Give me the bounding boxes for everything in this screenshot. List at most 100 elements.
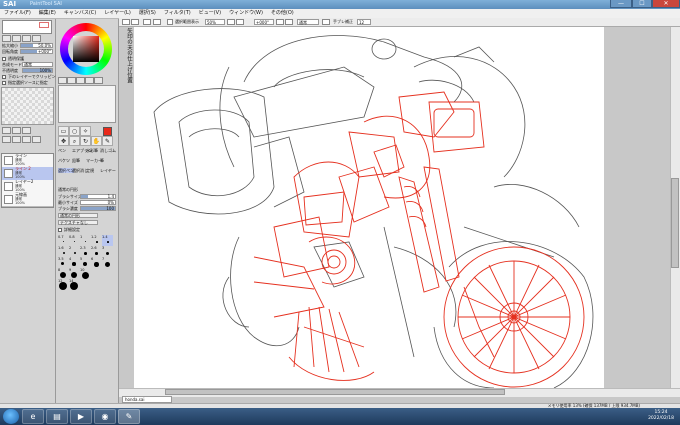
- tool-ruler[interactable]: 定規: [86, 168, 94, 173]
- hand-tool[interactable]: ✋: [91, 136, 102, 146]
- eyedropper-tool[interactable]: ✎: [102, 136, 113, 146]
- view-mode-select[interactable]: 通常: [297, 19, 319, 25]
- menu-layer[interactable]: レイヤー(L): [100, 9, 135, 18]
- density-slider[interactable]: 100: [80, 206, 116, 211]
- blend-select[interactable]: 通常: [22, 62, 53, 67]
- deselect-button[interactable]: [143, 19, 151, 25]
- zoom-field[interactable]: 50%: [205, 19, 225, 25]
- shape-select[interactable]: 通常の円形: [58, 213, 98, 218]
- size-cell[interactable]: 2: [69, 246, 80, 257]
- menu-view[interactable]: ビュー(V): [195, 9, 225, 18]
- horizontal-scroll-thumb[interactable]: [165, 389, 505, 395]
- ie-icon[interactable]: e: [22, 409, 44, 424]
- sai-app-icon[interactable]: ✎: [118, 409, 140, 424]
- detail-toggle[interactable]: [58, 228, 62, 232]
- zoom-out-button[interactable]: [227, 19, 235, 25]
- menu-edit[interactable]: 編集(E): [35, 9, 60, 18]
- lasso-tool[interactable]: ○: [69, 126, 80, 136]
- folder-icon[interactable]: ▤: [46, 409, 68, 424]
- new-folder-button[interactable]: [22, 127, 31, 134]
- flip-button[interactable]: [322, 19, 330, 25]
- vertical-scroll-thumb[interactable]: [671, 178, 679, 268]
- menu-select[interactable]: 選択(S): [135, 9, 160, 18]
- tool-layer[interactable]: レイヤー: [100, 168, 116, 173]
- rgb-slider-toggle[interactable]: [67, 77, 76, 84]
- nav-reset-button[interactable]: [22, 35, 31, 42]
- stabilizer-select[interactable]: 12: [357, 19, 371, 25]
- merge-down-button[interactable]: [12, 136, 21, 143]
- media-player-icon[interactable]: ▶: [70, 409, 92, 424]
- clear-layer-button[interactable]: [22, 136, 31, 143]
- size-cell[interactable]: 1: [80, 235, 91, 246]
- invert-selection-button[interactable]: [153, 19, 161, 25]
- size-cell[interactable]: 3: [102, 246, 113, 257]
- scratchpad-toggle[interactable]: [94, 77, 103, 84]
- tool-eraser[interactable]: 消しゴム: [100, 148, 116, 153]
- delete-layer-button[interactable]: [32, 136, 41, 143]
- menu-canvas[interactable]: キャンバス(C): [60, 9, 100, 18]
- select-rect-tool[interactable]: ▭: [58, 126, 69, 136]
- chrome-icon[interactable]: ◉: [94, 409, 116, 424]
- tool-pencil[interactable]: 鉛筆: [72, 158, 80, 163]
- tool-pen[interactable]: ペン: [58, 148, 66, 153]
- size-cell[interactable]: 9: [69, 268, 80, 279]
- nav-rotate-button[interactable]: [32, 35, 41, 42]
- clip-checkbox[interactable]: [2, 75, 6, 79]
- rotate-right-button[interactable]: [285, 19, 293, 25]
- close-button[interactable]: ✕: [652, 0, 680, 8]
- brush-size-slider[interactable]: 1.4: [80, 194, 116, 199]
- start-button[interactable]: [3, 409, 19, 424]
- texture-select[interactable]: テクスチャなし: [58, 220, 98, 225]
- size-cell[interactable]: 2.3: [80, 246, 91, 257]
- nav-zoom-out-button[interactable]: [2, 35, 11, 42]
- protect-checkbox[interactable]: [2, 57, 6, 61]
- hsv-slider-toggle[interactable]: [76, 77, 85, 84]
- document-tab[interactable]: honda.sai: [122, 396, 172, 403]
- size-cell[interactable]: 12: [58, 279, 69, 290]
- layer-item[interactable]: 元線画 通常 100%: [2, 192, 53, 207]
- new-layer-button[interactable]: [2, 127, 11, 134]
- primary-color-swatch[interactable]: [103, 127, 112, 136]
- size-cell[interactable]: 5: [80, 257, 91, 268]
- nav-zoom-slider[interactable]: 50.0%: [20, 43, 53, 48]
- tool-bucket[interactable]: バケツ: [58, 158, 70, 163]
- canvas-paper[interactable]: [134, 27, 604, 389]
- opacity-slider[interactable]: 100%: [22, 68, 53, 73]
- size-cell[interactable]: 3.5: [58, 257, 69, 268]
- size-cell[interactable]: 4: [69, 257, 80, 268]
- size-cell[interactable]: 6: [91, 257, 102, 268]
- ref-checkbox[interactable]: [2, 81, 6, 85]
- new-linework-layer-button[interactable]: [12, 127, 21, 134]
- nav-zoom-in-button[interactable]: [12, 35, 21, 42]
- selection-checkbox[interactable]: [167, 19, 173, 25]
- transfer-down-button[interactable]: [2, 136, 11, 143]
- rotate-field[interactable]: +000°: [254, 19, 274, 25]
- size-cell[interactable]: 2.6: [91, 246, 102, 257]
- swatch-toggle[interactable]: [85, 77, 94, 84]
- tray-clock[interactable]: 15:24 2022/02/18: [648, 410, 674, 422]
- size-cell[interactable]: 0.7: [58, 235, 69, 246]
- menu-filter[interactable]: フィルタ(T): [160, 9, 195, 18]
- color-wheel-toggle[interactable]: [58, 77, 67, 84]
- menu-window[interactable]: ウィンドウ(W): [225, 9, 267, 18]
- size-cell[interactable]: 8: [58, 268, 69, 279]
- size-cell[interactable]: 1.2: [91, 235, 102, 246]
- zoom-tool[interactable]: ⌕: [69, 136, 80, 146]
- size-cell[interactable]: 14: [69, 279, 80, 290]
- magic-wand-tool[interactable]: ✧: [80, 126, 91, 136]
- zoom-in-button[interactable]: [236, 19, 244, 25]
- rotate-tool[interactable]: ↻: [80, 136, 91, 146]
- menu-file[interactable]: ファイル(F): [0, 9, 35, 18]
- tool-brush[interactable]: 筆: [100, 158, 104, 163]
- color-square[interactable]: [73, 36, 99, 62]
- nav-rotate-slider[interactable]: +000°: [20, 49, 53, 54]
- navigator-preview[interactable]: [2, 20, 52, 34]
- scratchpad[interactable]: [58, 85, 116, 123]
- size-cell-selected[interactable]: 1.4: [102, 235, 113, 246]
- size-cell[interactable]: 0.8: [69, 235, 80, 246]
- navigator-viewport[interactable]: [39, 22, 49, 28]
- layer-item[interactable]: レイヤー2 通常 100%: [2, 179, 53, 194]
- min-size-slider[interactable]: 0%: [80, 200, 116, 205]
- tool-watercolor[interactable]: 水彩筆: [86, 148, 98, 153]
- rotate-left-button[interactable]: [276, 19, 284, 25]
